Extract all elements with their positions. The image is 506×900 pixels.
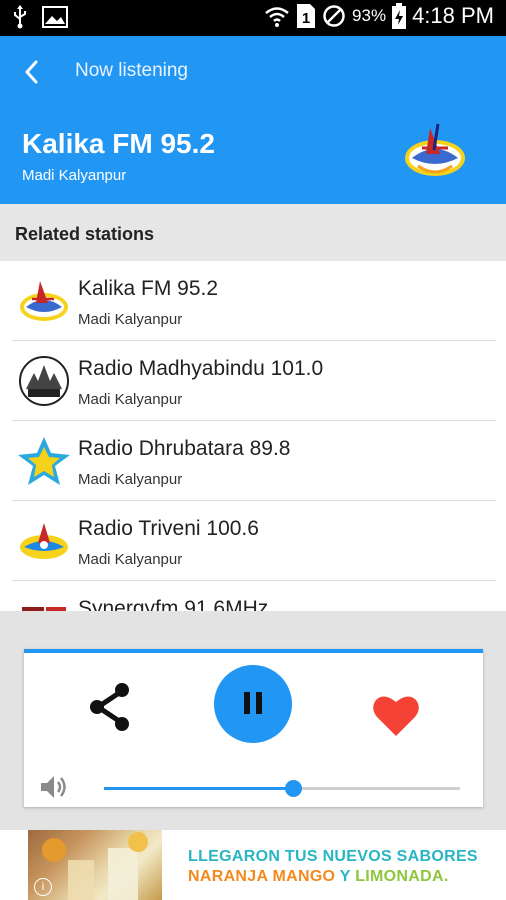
- ad-image: i: [28, 830, 162, 900]
- station-location: Madi Kalyanpur: [22, 167, 127, 184]
- station-logo: [19, 356, 69, 406]
- station-name: Radio Triveni 100.6: [78, 517, 259, 540]
- ad-subline-part1: NARANJA MANGO: [188, 868, 336, 885]
- ad-info-icon[interactable]: i: [34, 878, 52, 896]
- station-logo: [22, 607, 66, 611]
- ad-headline: LLEGARON TUS NUEVOS SABORES: [188, 848, 478, 865]
- player-card: [24, 649, 483, 807]
- do-not-disturb-icon: [323, 5, 345, 27]
- usb-icon: [14, 5, 26, 29]
- list-item[interactable]: Kalika FM 95.2 Madi Kalyanpur: [12, 261, 496, 341]
- station-logo: [20, 523, 68, 559]
- image-icon: [42, 6, 68, 28]
- pause-icon: [244, 692, 250, 714]
- ad-subline: NARANJA MANGO Y LIMONADA.: [188, 868, 449, 886]
- battery-percent: 93%: [352, 6, 387, 25]
- wifi-icon: [265, 7, 289, 27]
- station-location: Madi Kalyanpur: [78, 391, 183, 408]
- ad-banner[interactable]: i LLEGARON TUS NUEVOS SABORES NARANJA MA…: [0, 830, 506, 900]
- sim-icon: 1: [297, 4, 316, 28]
- volume-slider-thumb[interactable]: [284, 780, 302, 797]
- station-logo: [405, 123, 465, 176]
- station-name: Radio Dhrubatara 89.8: [78, 437, 291, 460]
- volume-slider[interactable]: [104, 780, 460, 797]
- player-area: [0, 611, 506, 830]
- sim-number: 1: [302, 10, 310, 27]
- list-item[interactable]: Radio Triveni 100.6 Madi Kalyanpur: [12, 501, 496, 581]
- heart-icon[interactable]: [372, 693, 420, 737]
- station-location: Madi Kalyanpur: [78, 471, 183, 488]
- station-logo: [20, 281, 68, 321]
- station-name: Synergyfm 91.6MHz: [78, 597, 269, 611]
- station-location: Madi Kalyanpur: [78, 311, 183, 328]
- volume-icon[interactable]: [38, 772, 68, 802]
- ad-subline-part3: LIMONADA.: [355, 868, 449, 885]
- station-name: Kalika FM 95.2: [78, 277, 219, 300]
- station-name: Kalika FM 95.2: [22, 128, 215, 159]
- pause-icon-bar: [256, 692, 262, 714]
- battery-charging-icon: [392, 3, 407, 29]
- nav-title: Now listening: [75, 60, 188, 81]
- now-listening-header: Now listening Kalika FM 95.2 Madi Kalyan…: [0, 36, 506, 204]
- list-item[interactable]: Synergyfm 91.6MHz: [12, 581, 496, 611]
- status-bar: 1 93% 4:18 PM: [0, 0, 506, 36]
- back-button[interactable]: [18, 58, 46, 86]
- list-item[interactable]: Radio Madhyabindu 101.0 Madi Kalyanpur: [12, 341, 496, 421]
- related-stations-title: Related stations: [15, 224, 155, 244]
- list-item[interactable]: Radio Dhrubatara 89.8 Madi Kalyanpur: [12, 421, 496, 501]
- related-stations-header: Related stations: [0, 204, 506, 261]
- station-location: Madi Kalyanpur: [78, 551, 183, 568]
- clock: 4:18 PM: [412, 3, 494, 28]
- station-name: Radio Madhyabindu 101.0: [78, 357, 324, 380]
- ad-subline-part2: Y: [339, 868, 351, 885]
- station-logo: [18, 437, 70, 485]
- pause-button[interactable]: [214, 665, 292, 743]
- related-stations-list[interactable]: Kalika FM 95.2 Madi Kalyanpur Radio Madh…: [0, 261, 506, 611]
- volume-slider-fill: [104, 787, 293, 790]
- share-icon[interactable]: [86, 681, 134, 733]
